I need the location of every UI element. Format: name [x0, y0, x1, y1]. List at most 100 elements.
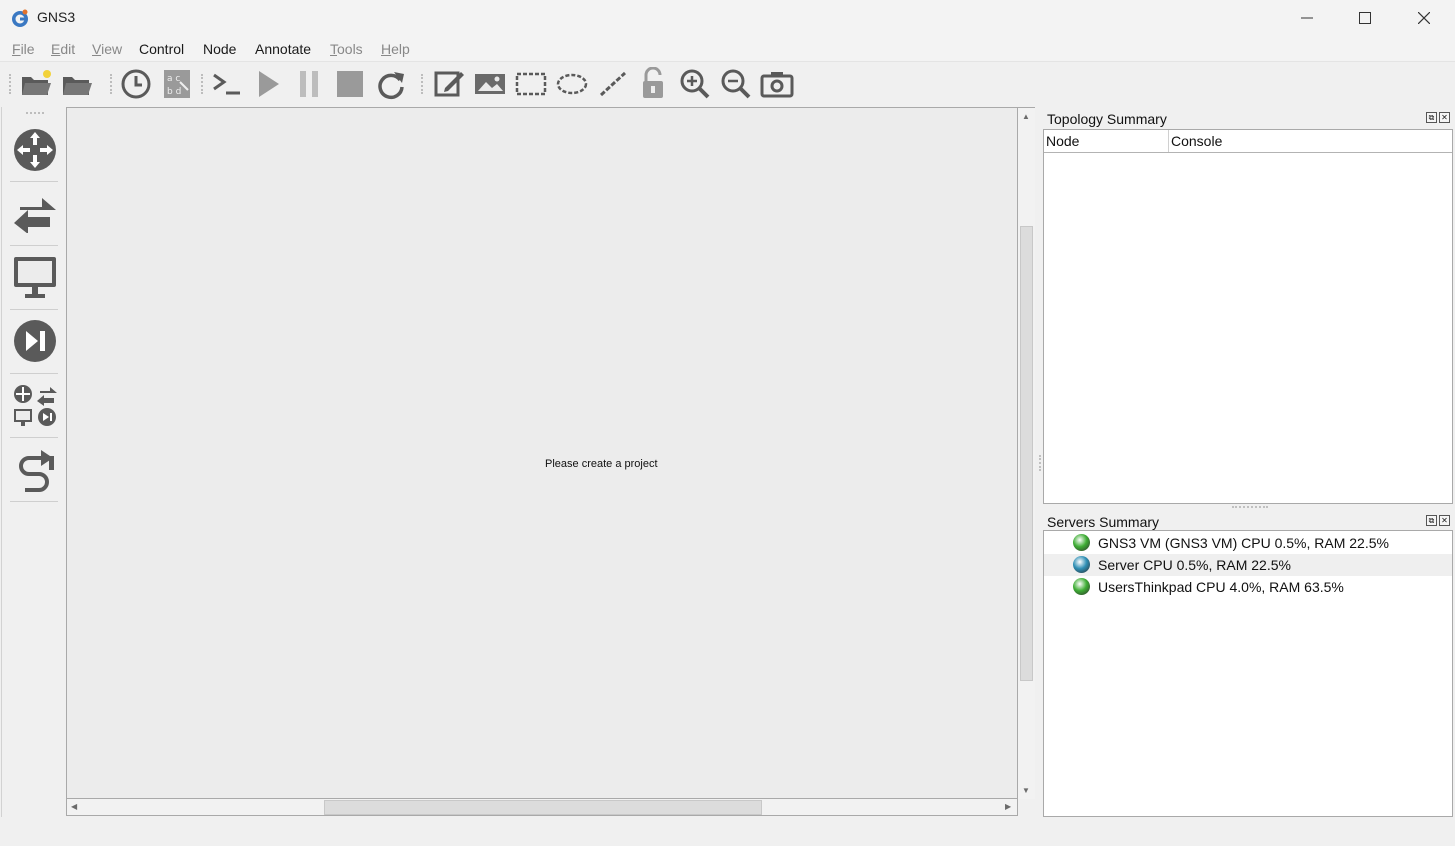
- add-note-icon: [434, 71, 464, 97]
- menu-edit[interactable]: Edit: [51, 41, 75, 57]
- draw-ellipse-button[interactable]: [553, 64, 591, 104]
- server-row[interactable]: GNS3 VM (GNS3 VM) CPU 0.5%, RAM 22.5%: [1044, 532, 1452, 554]
- server-status-icon: [1073, 534, 1090, 551]
- column-header-console[interactable]: Console: [1171, 133, 1222, 149]
- snapshot-button[interactable]: [117, 64, 155, 104]
- routers-icon: [14, 129, 56, 171]
- console-all-icon: [213, 73, 240, 95]
- add-link-icon: [19, 450, 54, 492]
- column-divider[interactable]: [1168, 130, 1169, 152]
- menu-help-label: elp: [391, 41, 410, 57]
- menu-annotate[interactable]: Annotate: [255, 41, 311, 57]
- main-toolbar: a c b d: [0, 62, 1455, 106]
- topology-summary-title: Topology Summary: [1047, 111, 1167, 127]
- reload-all-icon: [378, 72, 404, 100]
- minimize-icon: [1301, 17, 1313, 19]
- dock-grip[interactable]: [26, 112, 44, 114]
- status-bar: [0, 817, 1455, 846]
- scroll-up-icon[interactable]: ▲: [1022, 113, 1030, 121]
- snapshot-icon: [121, 69, 151, 99]
- draw-rectangle-button[interactable]: [512, 64, 550, 104]
- undock-icon[interactable]: ⧉: [1426, 515, 1437, 526]
- toolbar-grip-3[interactable]: [201, 74, 206, 94]
- reload-all-button[interactable]: [372, 64, 410, 104]
- title-bar: GNS3: [0, 0, 1455, 36]
- suspend-all-button[interactable]: [290, 64, 328, 104]
- topology-canvas[interactable]: [66, 107, 1018, 799]
- end-devices-button[interactable]: [10, 251, 60, 303]
- zoom-out-button[interactable]: [717, 64, 755, 104]
- security-devices-button[interactable]: [10, 315, 60, 367]
- menu-edit-label: dit: [60, 41, 76, 57]
- dock-separator: [10, 309, 58, 310]
- svg-text:a c: a c: [167, 74, 180, 84]
- column-header-node[interactable]: Node: [1046, 133, 1079, 149]
- start-all-button[interactable]: [249, 64, 287, 104]
- insert-picture-button[interactable]: [471, 64, 509, 104]
- close-panel-icon[interactable]: ✕: [1439, 515, 1450, 526]
- menu-view-label: iew: [101, 41, 123, 57]
- close-button[interactable]: [1395, 0, 1453, 36]
- scroll-down-icon[interactable]: ▼: [1022, 787, 1030, 795]
- close-panel-icon[interactable]: ✕: [1439, 112, 1450, 123]
- zoom-in-icon: [680, 69, 710, 99]
- menu-view[interactable]: View: [92, 41, 122, 57]
- start-all-icon: [259, 71, 279, 97]
- maximize-button[interactable]: [1336, 0, 1394, 36]
- minimize-button[interactable]: [1278, 0, 1336, 36]
- dock-separator: [10, 181, 58, 182]
- gns3-logo-icon: [12, 9, 28, 27]
- server-status-icon: [1073, 578, 1090, 595]
- add-link-button[interactable]: [10, 443, 60, 495]
- server-row[interactable]: UsersThinkpad CPU 4.0%, RAM 63.5%: [1044, 576, 1452, 598]
- topology-summary-controls: ⧉ ✕: [1426, 112, 1450, 123]
- console-all-button[interactable]: [208, 64, 246, 104]
- menu-node[interactable]: Node: [203, 41, 236, 57]
- horizontal-scroll-thumb[interactable]: [324, 800, 762, 815]
- vertical-scroll-thumb[interactable]: [1020, 226, 1033, 681]
- stop-all-button[interactable]: [331, 64, 369, 104]
- draw-ellipse-icon: [556, 73, 588, 95]
- device-dock: [1, 107, 66, 817]
- svg-text:b d: b d: [167, 87, 181, 97]
- scroll-corner: [1018, 799, 1035, 816]
- menu-tools-mnemonic: T: [330, 41, 337, 57]
- toolbar-grip-2[interactable]: [110, 74, 115, 94]
- toolbar-grip[interactable]: [9, 74, 14, 94]
- menu-tools[interactable]: Tools: [330, 41, 363, 57]
- all-devices-button[interactable]: [10, 379, 60, 431]
- menu-file-mnemonic: F: [12, 41, 21, 57]
- menu-view-mnemonic: V: [92, 41, 102, 57]
- toolbar-grip-4[interactable]: [421, 74, 426, 94]
- panel-splitter[interactable]: [1232, 506, 1268, 508]
- show-labels-icon: a c b d: [164, 70, 190, 98]
- new-project-button[interactable]: [17, 64, 55, 104]
- switches-button[interactable]: [10, 187, 60, 239]
- screenshot-button[interactable]: [758, 64, 796, 104]
- draw-line-button[interactable]: [594, 64, 632, 104]
- lock-unlock-button[interactable]: [635, 64, 673, 104]
- undock-icon[interactable]: ⧉: [1426, 112, 1437, 123]
- add-note-button[interactable]: [430, 64, 468, 104]
- server-row[interactable]: Server CPU 0.5%, RAM 22.5%: [1044, 554, 1452, 576]
- all-devices-icon: [14, 385, 57, 426]
- topology-summary-table[interactable]: Node Console: [1043, 129, 1453, 504]
- server-label: Server CPU 0.5%, RAM 22.5%: [1098, 557, 1291, 573]
- open-project-button[interactable]: [58, 64, 96, 104]
- menu-file-label: ile: [20, 41, 35, 57]
- servers-summary-list[interactable]: GNS3 VM (GNS3 VM) CPU 0.5%, RAM 22.5% Se…: [1043, 530, 1453, 817]
- zoom-in-button[interactable]: [676, 64, 714, 104]
- menu-tools-label: ools: [337, 41, 363, 57]
- scroll-right-icon[interactable]: ▶: [1005, 803, 1011, 811]
- dock-separator: [10, 501, 58, 502]
- routers-button[interactable]: [10, 124, 60, 176]
- draw-rectangle-icon: [515, 72, 547, 96]
- dock-separator: [10, 437, 58, 438]
- show-labels-button[interactable]: a c b d: [158, 64, 196, 104]
- menu-control[interactable]: Control: [139, 41, 184, 57]
- suspend-all-icon: [300, 71, 318, 97]
- server-label: UsersThinkpad CPU 4.0%, RAM 63.5%: [1098, 579, 1344, 595]
- menu-file[interactable]: File: [12, 41, 35, 57]
- menu-help[interactable]: Help: [381, 41, 410, 57]
- scroll-left-icon[interactable]: ◀: [71, 803, 77, 811]
